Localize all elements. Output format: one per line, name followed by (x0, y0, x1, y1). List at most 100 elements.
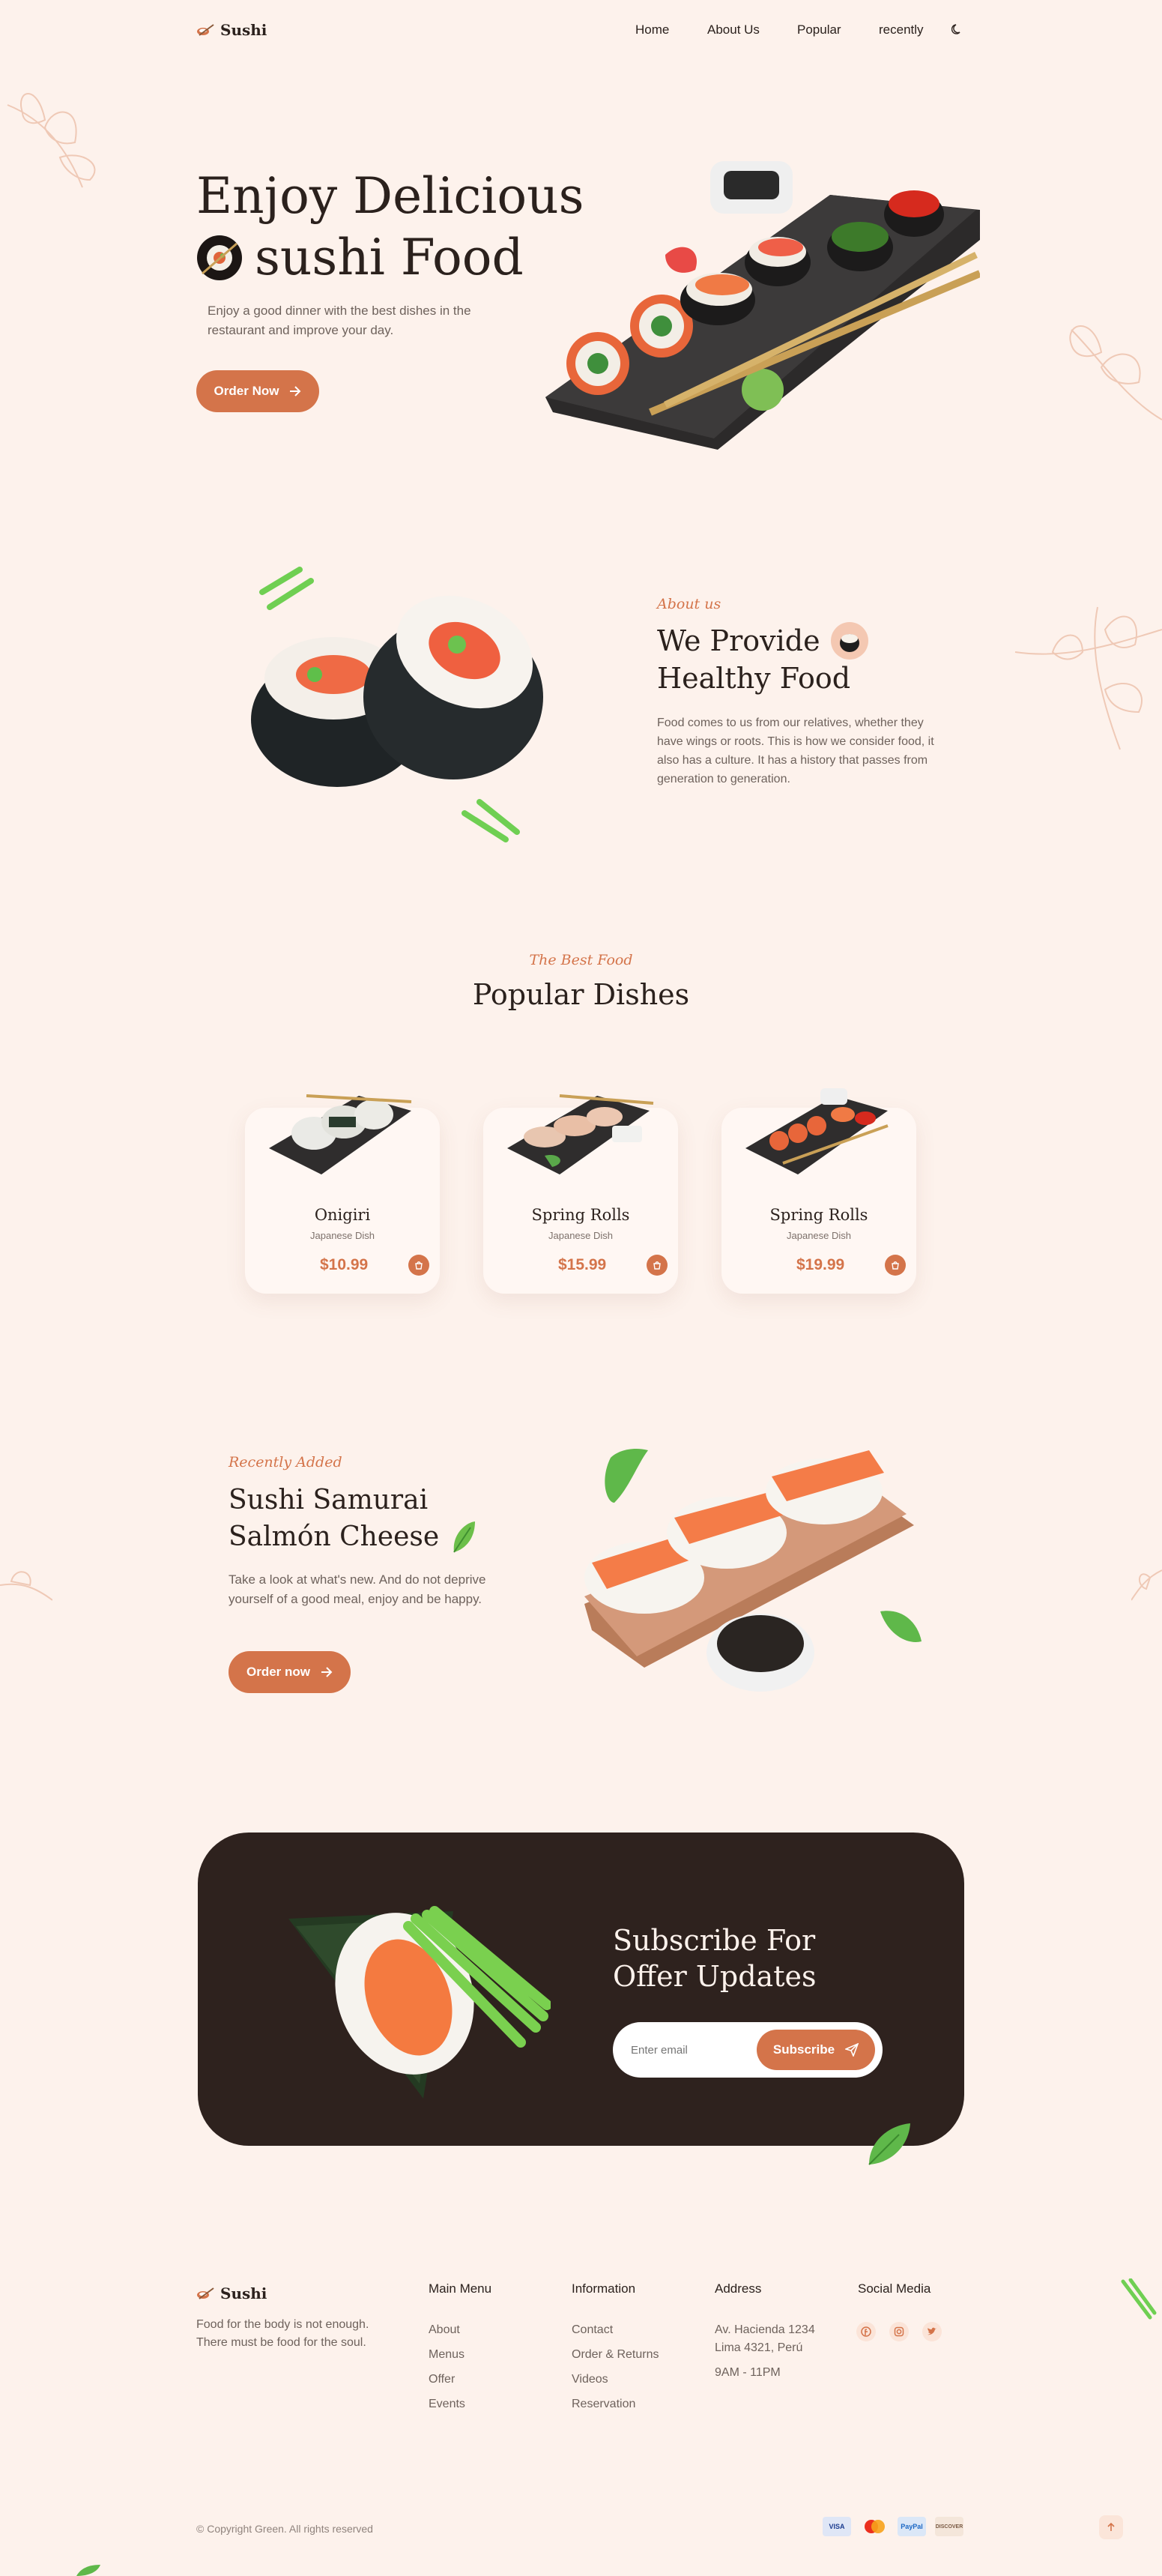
nav-link-popular[interactable]: Popular (797, 22, 841, 37)
visa-icon: VISA (823, 2517, 851, 2536)
footer-link-order-returns[interactable]: Order & Returns (572, 2348, 659, 2362)
dish-category: Japanese Dish (787, 1230, 851, 1241)
dish-price: $10.99 (320, 1256, 369, 1273)
recent-order-now-label: Order now (246, 1665, 310, 1679)
footer-address-line1: Av. Hacienda 1234 (715, 2323, 815, 2336)
email-input[interactable] (631, 2039, 758, 2061)
arrow-right-icon (321, 1667, 333, 1677)
about-eyebrow: About us (657, 596, 721, 612)
subscribe-title-line1: Subscribe For (613, 1924, 816, 1957)
nav-link-recently[interactable]: recently (879, 22, 924, 37)
sushi-logo-icon (197, 2287, 214, 2299)
moon-icon[interactable] (951, 23, 963, 35)
hero-order-now-label: Order Now (214, 384, 279, 398)
footer-logo[interactable]: Sushi (196, 2284, 267, 2302)
temaki-hand-roll-image (288, 1906, 551, 2099)
dish-price: $15.99 (558, 1256, 607, 1273)
footer-link-offer[interactable]: Offer (429, 2373, 455, 2386)
mastercard-icon (860, 2517, 889, 2536)
dish-price: $19.99 (796, 1256, 845, 1273)
leaf-decoration-top-left (7, 93, 96, 188)
subscribe-title-line2: Offer Updates (613, 1960, 817, 1993)
footer-hours: 9AM - 11PM (715, 2366, 781, 2379)
instagram-icon[interactable] (889, 2322, 909, 2341)
dish-category: Japanese Dish (310, 1230, 375, 1241)
dish-image-sushi-platter (745, 1088, 889, 1174)
arrow-right-icon (290, 386, 301, 396)
add-to-bag-button[interactable] (885, 1255, 906, 1276)
recent-title-line2-row: Salmón Cheese (229, 1518, 478, 1556)
footer-address-title: Address (715, 2281, 762, 2296)
recent-title-line1: Sushi Samurai (229, 1485, 429, 1515)
footer-link-contact[interactable]: Contact (572, 2323, 613, 2337)
dish-category: Japanese Dish (548, 1230, 613, 1241)
recent-title-line2: Salmón Cheese (229, 1521, 440, 1552)
nav-link-home[interactable]: Home (635, 22, 669, 37)
popular-eyebrow: The Best Food (529, 952, 633, 968)
hero-order-now-button[interactable]: Order Now (196, 370, 319, 412)
footer-information-title: Information (572, 2281, 636, 2296)
leaf-decoration-subscribe (868, 2123, 910, 2165)
dish-image-spring-rolls (507, 1094, 654, 1174)
footer-link-reservation[interactable]: Reservation (572, 2398, 635, 2411)
footer-address-line2: Lima 4321, Perú (715, 2341, 803, 2354)
hero-sushi-board-image (545, 161, 980, 450)
logo[interactable]: Sushi (196, 21, 267, 39)
footer-link-events[interactable]: Events (429, 2398, 465, 2411)
footer-social-title: Social Media (858, 2281, 931, 2296)
hero-title-line2-row: sushi Food (196, 228, 524, 288)
dish-name: Spring Rolls (531, 1206, 630, 1224)
footer-link-menus[interactable]: Menus (429, 2348, 465, 2362)
leaf-decoration-bottom-left (76, 2565, 100, 2576)
shopping-bag-icon (892, 1261, 899, 1270)
dish-name: Onigiri (314, 1206, 371, 1224)
about-title-line2: Healthy Food (657, 662, 851, 695)
leaf-decoration-left-recent (0, 1571, 52, 1601)
recent-order-now-button[interactable]: Order now (229, 1651, 351, 1693)
recent-description: Take a look at what's new. And do not de… (229, 1572, 486, 1606)
dish-image-onigiri (269, 1094, 412, 1174)
recent-eyebrow: Recently Added (229, 1454, 342, 1471)
paypal-icon: PayPal (898, 2517, 926, 2536)
footer-main-menu-title: Main Menu (429, 2281, 492, 2296)
footer-logo-text: Sushi (220, 2284, 267, 2302)
nav-link-about-us[interactable]: About Us (707, 22, 760, 37)
sushi-roll-icon (197, 235, 242, 280)
about-title-row: We Provide (657, 622, 868, 660)
leaf-decoration-right-hero (1069, 325, 1162, 420)
salmon-nigiri-board-image (584, 1449, 922, 1692)
sushi-logo-icon (197, 24, 214, 36)
leaf-icon (453, 1521, 476, 1553)
hero-description: Enjoy a good dinner with the best dishes… (208, 304, 471, 337)
leaf-decoration-right-about (1014, 606, 1162, 750)
hero-title-line1: Enjoy Delicious (196, 167, 584, 225)
discover-icon: DISCOVER (935, 2517, 963, 2536)
subscribe-form: Subscribe (613, 2022, 883, 2078)
dish-card-spring-rolls-1[interactable]: Spring Rolls Japanese Dish $15.99 (483, 1094, 678, 1294)
footer-link-about[interactable]: About (429, 2323, 460, 2337)
twitter-icon[interactable] (922, 2322, 942, 2341)
send-icon (845, 2043, 859, 2057)
shopping-bag-icon (653, 1261, 661, 1270)
add-to-bag-button[interactable] (408, 1255, 429, 1276)
add-to-bag-button[interactable] (647, 1255, 668, 1276)
dish-name: Spring Rolls (769, 1206, 868, 1224)
footer-tagline: Food for the body is not enough. There m… (196, 2318, 369, 2349)
dish-card-onigiri[interactable]: Onigiri Japanese Dish $10.99 (245, 1094, 440, 1294)
arrow-up-icon (1107, 2523, 1115, 2531)
logo-text: Sushi (220, 21, 267, 39)
footer-link-videos[interactable]: Videos (572, 2373, 608, 2386)
shopping-bag-icon (415, 1261, 423, 1270)
leaf-decoration-right-recent (1131, 1569, 1162, 1601)
copyright: © Copyright Green. All rights reserved (196, 2523, 373, 2535)
scroll-to-top-button[interactable] (1099, 2515, 1123, 2539)
about-sushi-rolls-image (251, 567, 543, 842)
facebook-icon[interactable] (856, 2322, 876, 2341)
about-description: Food comes to us from our relatives, whe… (657, 717, 934, 785)
dish-card-spring-rolls-2[interactable]: Spring Rolls Japanese Dish $19.99 (721, 1088, 916, 1294)
scallion-decoration-footer (1121, 2278, 1157, 2320)
popular-title: Popular Dishes (472, 978, 690, 1011)
subscribe-button[interactable]: Subscribe (757, 2030, 875, 2070)
sushi-piece-icon (830, 622, 868, 660)
subscribe-button-label: Subscribe (772, 2042, 835, 2057)
